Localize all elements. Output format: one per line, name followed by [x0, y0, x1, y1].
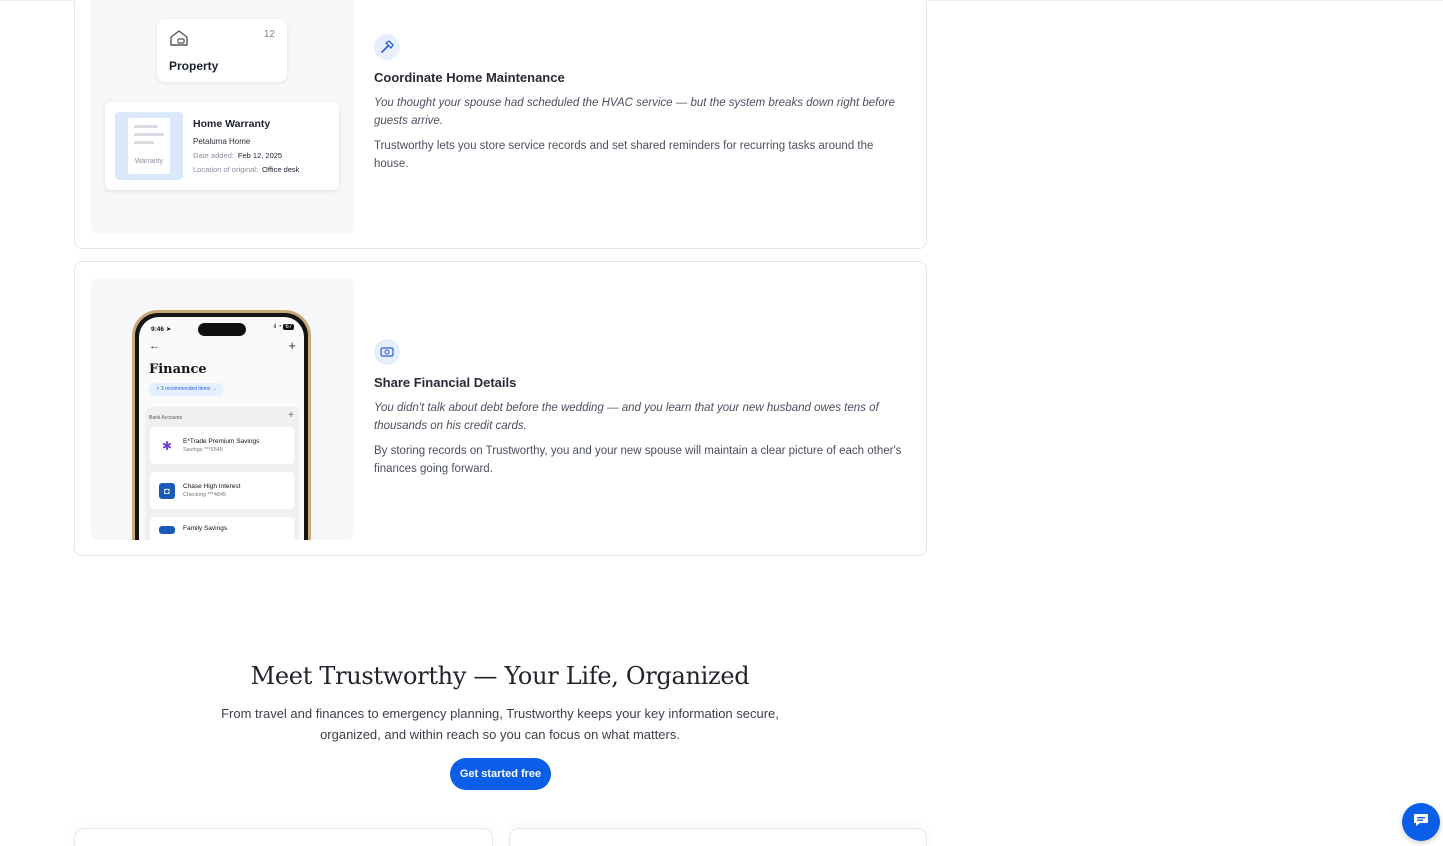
- feature-description: By storing records on Trustworthy, you a…: [374, 445, 902, 475]
- warranty-location-label: Location of original:: [193, 165, 259, 174]
- hammer-icon: [374, 34, 400, 60]
- feature-scenario: You didn't talk about debt before the we…: [374, 402, 879, 432]
- home-warranty-card: Warranty Home Warranty Petaluma Home Dat…: [105, 102, 339, 190]
- property-label: Property: [169, 59, 219, 73]
- money-icon: [374, 339, 400, 365]
- section-description: From travel and finances to emergency pl…: [210, 703, 790, 745]
- section-heading: Meet Trustworthy — Your Life, Organized: [250, 662, 750, 690]
- account-detail: Savings ***6545: [183, 447, 223, 453]
- warranty-subtitle: Petaluma Home: [193, 137, 251, 146]
- feature-illustration: 12 Property Warranty Home Warranty Petal…: [91, 0, 354, 234]
- feature-title: Coordinate Home Maintenance: [374, 70, 565, 85]
- dynamic-island: [198, 323, 246, 336]
- add-icon[interactable]: +: [288, 338, 296, 353]
- warranty-title: Home Warranty: [193, 118, 271, 130]
- house-icon: [169, 29, 189, 52]
- feature-card-financial-details: 9:46 ➤ ıl ◔ 67 ← + Finance ⚡ 3 recommend…: [74, 261, 927, 556]
- account-item[interactable]: ✱ E*Trade Premium Savings Savings ***654…: [150, 427, 294, 464]
- status-time: 9:46 ➤: [151, 326, 172, 333]
- feature-description: Trustworthy lets you store service recor…: [374, 140, 874, 170]
- property-count: 12: [263, 29, 275, 40]
- section-description-line: organized, and within reach so you can f…: [320, 727, 680, 742]
- warranty-date-value: Feb 12, 2025: [237, 151, 283, 160]
- phone-screen: 9:46 ➤ ıl ◔ 67 ← + Finance ⚡ 3 recommend…: [139, 317, 304, 540]
- account-item[interactable]: ◘ Chase High Interest Checking ***4845: [150, 472, 294, 509]
- feature-title: Share Financial Details: [374, 375, 517, 390]
- warranty-location-value: Office desk: [262, 165, 300, 174]
- account-detail: Checking ***4845: [183, 492, 227, 498]
- feature-scenario: You thought your spouse had scheduled th…: [374, 97, 895, 127]
- chat-button[interactable]: [1402, 803, 1440, 841]
- status-icons: ıl ◔ 67: [273, 324, 294, 330]
- chat-icon: [1412, 811, 1430, 834]
- account-name: Chase High Interest: [183, 483, 241, 490]
- bottom-card-left: [74, 828, 493, 846]
- section-description-line: From travel and finances to emergency pl…: [221, 706, 779, 721]
- warranty-location-row: Location of original: Office desk: [193, 165, 299, 174]
- document-thumbnail-label: Warranty: [134, 158, 164, 165]
- feature-card-home-maintenance: 12 Property Warranty Home Warranty Petal…: [74, 0, 927, 249]
- screen-title: Finance: [149, 362, 207, 377]
- recommended-items-pill[interactable]: ⚡ 3 recommended items →: [149, 383, 224, 396]
- property-tile: 12 Property: [157, 19, 287, 82]
- account-item[interactable]: Family Savings: [150, 517, 294, 540]
- back-arrow-icon[interactable]: ←: [149, 340, 160, 352]
- bank-accounts-panel: Bank Accounts + ✱ E*Trade Premium Saving…: [145, 407, 299, 540]
- warranty-date-label: Date added:: [193, 151, 234, 160]
- document-thumbnail: Warranty: [115, 112, 183, 180]
- etrade-logo-icon: ✱: [161, 439, 173, 453]
- phone-mockup: 9:46 ➤ ıl ◔ 67 ← + Finance ⚡ 3 recommend…: [132, 310, 311, 540]
- battery-level: 67: [283, 324, 294, 330]
- get-started-button[interactable]: Get started free: [450, 758, 551, 790]
- bottom-card-right: [509, 828, 927, 846]
- warranty-date-row: Date added: Feb 12, 2025: [193, 151, 282, 160]
- feature-illustration: 9:46 ➤ ıl ◔ 67 ← + Finance ⚡ 3 recommend…: [91, 278, 354, 540]
- account-name: E*Trade Premium Savings: [183, 438, 260, 445]
- add-account-icon[interactable]: +: [288, 410, 294, 421]
- bank-logo-icon: [159, 526, 175, 534]
- account-name: Family Savings: [183, 525, 228, 532]
- bank-accounts-heading: Bank Accounts: [149, 415, 183, 421]
- chase-logo-icon: ◘: [159, 483, 175, 499]
